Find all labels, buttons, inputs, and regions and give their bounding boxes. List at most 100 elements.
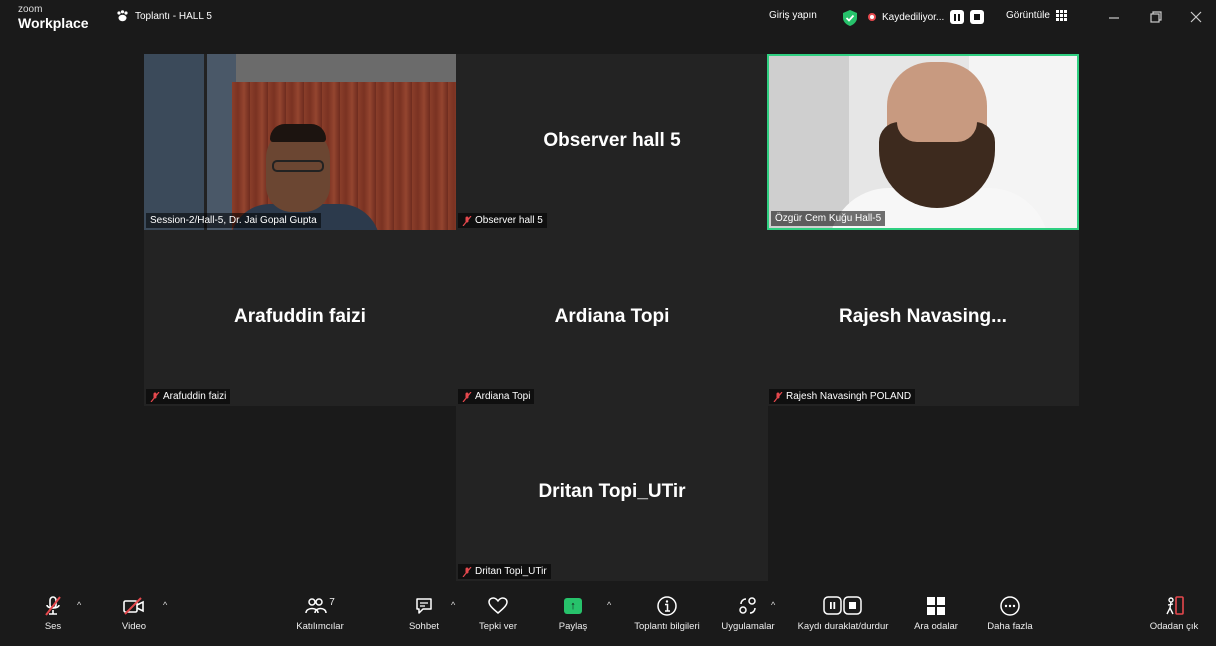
more-icon [1000,596,1020,616]
video-tile-2[interactable]: Observer hall 5 Observer hall 5 [456,54,768,230]
video-button[interactable]: Video [116,594,152,642]
audio-options-caret[interactable]: ^ [77,600,81,610]
more-label: Daha fazla [987,621,1033,632]
meeting-title-text: Toplantı - HALL 5 [135,10,212,22]
sign-in-link[interactable]: Giriş yapın [769,10,817,21]
view-button[interactable]: Görüntüle [1006,10,1067,21]
apps-options-caret[interactable]: ^ [771,600,775,610]
meeting-title[interactable]: Toplantı - HALL 5 [116,10,212,22]
video-tile-1[interactable]: Session-2/Hall-5, Dr. Jai Gopal Gupta [144,54,456,230]
stop-recording-button[interactable] [970,10,985,24]
minimize-icon [1109,17,1119,19]
app-logo: zoom Workplace [18,4,89,31]
paw-icon [117,10,128,22]
mic-muted-icon [150,391,160,402]
participant-name-label: Observer hall 5 [458,213,547,228]
video-options-caret[interactable]: ^ [163,600,167,610]
meeting-info-label: Toplantı bilgileri [634,621,700,632]
share-screen-button[interactable]: ↑ Paylaş [552,594,594,642]
meeting-info-button[interactable]: Toplantı bilgileri [626,594,708,642]
participant-figure [270,124,326,142]
mic-muted-icon [45,596,61,616]
recording-status-text: Kaydediliyor... [882,11,945,23]
participants-button[interactable]: 7 Katılımcılar [283,594,357,642]
mic-muted-icon [462,391,472,402]
record-control-button[interactable]: Kaydı duraklat/durdur [790,594,896,642]
video-off-icon [123,597,144,615]
brand-name: Workplace [18,15,89,31]
title-bar: zoom Workplace Toplantı - HALL 5 Giriş y… [0,0,1216,36]
react-button[interactable]: Tepki ver [472,594,524,642]
record-control-label: Kaydı duraklat/durdur [797,621,889,632]
participant-name-text: Session-2/Hall-5, Dr. Jai Gopal Gupta [150,215,317,226]
close-button[interactable] [1186,8,1206,28]
chat-icon [416,598,432,614]
participant-name-label: Arafuddin faizi [146,389,231,404]
apps-icon [739,597,756,614]
record-dot-icon [868,13,876,21]
video-tile-7[interactable]: Dritan Topi_UTir Dritan Topi_UTir [456,405,768,581]
close-icon [1190,11,1202,23]
recording-indicator[interactable]: Kaydediliyor... [868,10,985,24]
share-screen-icon: ↑ [564,598,582,614]
participants-count: 7 [329,596,335,608]
info-icon [657,596,677,616]
share-options-caret[interactable]: ^ [607,600,611,610]
leave-label: Odadan çık [1149,621,1199,632]
mic-muted-icon [462,566,472,577]
participant-name-label: Dritan Topi_UTir [458,564,551,579]
participants-icon [305,598,327,614]
chat-label: Sohbet [408,621,440,632]
restore-icon [1150,11,1162,23]
participant-figure [272,160,324,172]
participant-name-text: Arafuddin faizi [163,391,227,402]
breakout-rooms-icon [927,597,945,615]
participant-name-label: Rajesh Navasingh POLAND [769,389,916,404]
brand-small-text: zoom [18,4,43,15]
participants-label: Katılımcılar [296,621,344,632]
chat-button[interactable]: Sohbet [402,594,446,642]
stop-icon [974,14,981,20]
video-background [769,56,849,228]
meeting-toolbar: Ses ^ Video ^ 7 Katılımcılar Sohbet ^ Te… [0,590,1216,646]
participant-figure [897,92,977,142]
view-label: Görüntüle [1006,10,1050,21]
participant-display-name: Ardiana Topi [554,306,670,327]
participant-name-text: Rajesh Navasingh POLAND [786,391,912,402]
breakout-rooms-button[interactable]: Ara odalar [910,594,962,642]
mic-muted-icon [462,215,472,226]
participant-name-label: Özgür Cem Kuğu Hall-5 [771,211,886,226]
react-label: Tepki ver [478,621,517,632]
shield-check-icon[interactable] [843,10,857,26]
breakout-rooms-label: Ara odalar [914,621,958,632]
heart-icon [488,597,508,614]
participant-display-name: Rajesh Navasing... [839,306,1007,327]
participant-name-text: Ardiana Topi [475,391,531,402]
mic-muted-icon [773,391,783,402]
video-tile-3-active-speaker[interactable]: Özgür Cem Kuğu Hall-5 [767,54,1079,230]
chat-options-caret[interactable]: ^ [451,600,455,610]
participant-display-name: Observer hall 5 [543,130,681,151]
pause-recording-button[interactable] [950,10,965,24]
video-label: Video [121,621,147,632]
participant-name-label: Ardiana Topi [458,389,535,404]
apps-label: Uygulamalar [721,621,775,632]
leave-meeting-button[interactable]: Odadan çık [1142,594,1206,642]
restore-button[interactable] [1146,8,1166,28]
sign-in-label: Giriş yapın [769,10,817,21]
minimize-button[interactable] [1104,8,1124,28]
video-tile-5[interactable]: Ardiana Topi Ardiana Topi [456,230,768,406]
more-button[interactable]: Daha fazla [982,594,1038,642]
participant-name-text: Özgür Cem Kuğu Hall-5 [775,213,882,224]
pause-stop-record-icon [823,596,862,615]
participant-name-text: Dritan Topi_UTir [475,566,547,577]
pause-icon [954,13,961,21]
participant-name-label: Session-2/Hall-5, Dr. Jai Gopal Gupta [146,213,321,228]
participant-display-name: Dritan Topi_UTir [538,481,686,502]
participant-display-name: Arafuddin faizi [234,306,366,327]
video-tile-4[interactable]: Arafuddin faizi Arafuddin faizi [144,230,456,406]
participant-name-text: Observer hall 5 [475,215,543,226]
leave-room-icon [1166,596,1184,615]
video-tile-6[interactable]: Rajesh Navasing... Rajesh Navasingh POLA… [767,230,1079,406]
audio-button[interactable]: Ses [38,594,68,642]
